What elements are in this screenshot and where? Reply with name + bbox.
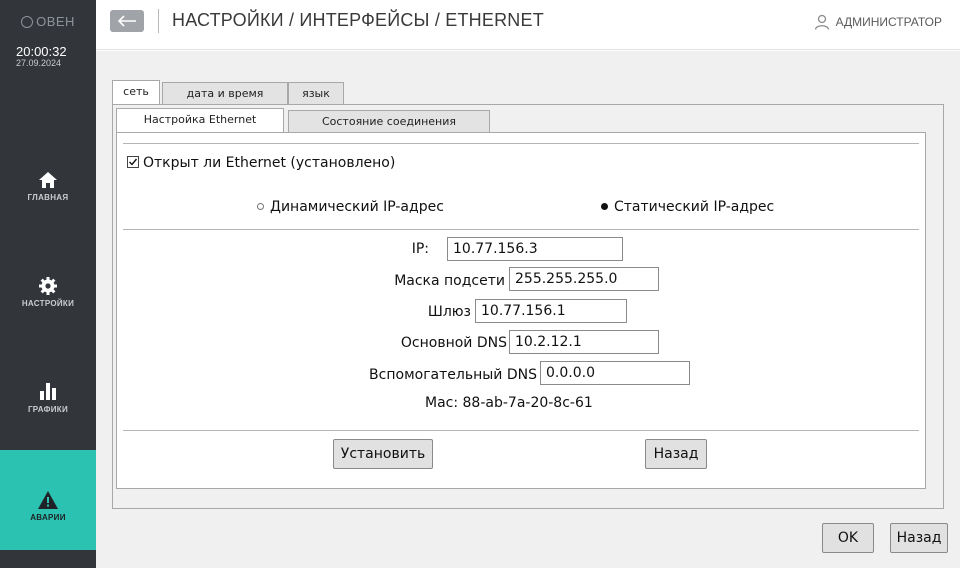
content-area: сеть дата и время язык Открыт ли Etherne… bbox=[96, 51, 960, 568]
sidebar: ОВЕН 20:00:32 27.09.2024 ГЛАВНАЯ НАСТРОЙ… bbox=[0, 0, 96, 568]
apply-button[interactable]: Установить bbox=[333, 439, 433, 469]
mask-label: Маска подсети bbox=[394, 273, 505, 289]
dns2-label: Вспомогательный DNS bbox=[369, 367, 537, 383]
nav-item-settings[interactable]: НАСТРОЙКИ bbox=[0, 276, 96, 308]
nav-label-home: ГЛАВНАЯ bbox=[27, 193, 69, 202]
user-name: АДМИНИСТРАТОР bbox=[835, 15, 942, 29]
checkbox-checked-icon bbox=[127, 156, 139, 168]
radio-static-ip[interactable]: Статический IP-адрес bbox=[601, 199, 774, 215]
user-icon bbox=[814, 14, 829, 30]
clock-time: 20:00:32 bbox=[16, 44, 67, 59]
radio-off-icon bbox=[257, 203, 264, 210]
brand-logo: ОВЕН bbox=[0, 14, 96, 29]
subtab-connection-status[interactable]: Состояние соединения bbox=[288, 110, 490, 132]
tab-language[interactable]: язык bbox=[288, 82, 344, 104]
nav-item-charts[interactable]: ГРАФИКИ bbox=[0, 380, 96, 414]
home-icon bbox=[39, 172, 57, 188]
dns2-input[interactable]: 0.0.0.0 bbox=[540, 361, 690, 385]
radio-dynamic-label: Динамический IP-адрес bbox=[270, 199, 444, 215]
ok-button[interactable]: OK bbox=[822, 523, 874, 553]
ethernet-enabled-label: Открыт ли Ethernet (установлено) bbox=[143, 155, 396, 171]
radio-on-icon bbox=[601, 203, 608, 210]
mask-input[interactable]: 255.255.255.0 bbox=[509, 267, 659, 291]
divider bbox=[123, 143, 919, 144]
user-menu[interactable]: АДМИНИСТРАТОР bbox=[814, 14, 942, 30]
ethernet-settings-panel: Открыт ли Ethernet (установлено) Динамич… bbox=[116, 132, 926, 489]
gateway-input[interactable]: 10.77.156.1 bbox=[475, 299, 627, 323]
nav-item-alarms[interactable]: АВАРИИ bbox=[0, 450, 96, 550]
dns1-label: Основной DNS bbox=[400, 335, 507, 351]
mac-address: Mac: 88-ab-7a-20-8c-61 bbox=[425, 395, 593, 411]
arrow-left-icon bbox=[117, 15, 136, 27]
header-divider bbox=[158, 9, 159, 33]
nav-label-settings: НАСТРОЙКИ bbox=[21, 299, 75, 308]
radio-static-label: Статический IP-адрес bbox=[614, 199, 775, 215]
nav-label-charts: ГРАФИКИ bbox=[27, 405, 69, 414]
gateway-label: Шлюз bbox=[427, 304, 471, 320]
radio-dynamic-ip[interactable]: Динамический IP-адрес bbox=[257, 199, 444, 215]
header-bar: НАСТРОЙКИ / ИНТЕРФЕЙСЫ / ETHERNET АДМИНИ… bbox=[96, 0, 960, 50]
back-button[interactable]: Назад bbox=[645, 439, 707, 469]
ip-input[interactable]: 10.77.156.3 bbox=[447, 237, 623, 261]
ethernet-enabled-checkbox[interactable]: Открыт ли Ethernet (установлено) bbox=[127, 155, 395, 171]
ip-label: IP: bbox=[411, 241, 429, 257]
tab-datetime[interactable]: дата и время bbox=[162, 82, 288, 104]
nav-label-alarms: АВАРИИ bbox=[30, 513, 66, 522]
footer-back-button[interactable]: Назад bbox=[890, 523, 948, 553]
chart-icon bbox=[40, 383, 56, 400]
page-title: НАСТРОЙКИ / ИНТЕРФЕЙСЫ / ETHERNET bbox=[172, 10, 544, 30]
power-icon bbox=[21, 16, 34, 28]
header-back-button[interactable] bbox=[110, 10, 144, 32]
clock-date: 27.09.2024 bbox=[16, 58, 62, 68]
gear-icon bbox=[39, 277, 57, 295]
divider bbox=[123, 430, 919, 431]
nav-item-home[interactable]: ГЛАВНАЯ bbox=[0, 170, 96, 202]
dns1-input[interactable]: 10.2.12.1 bbox=[509, 330, 659, 354]
tab-network[interactable]: сеть bbox=[112, 80, 160, 104]
divider bbox=[123, 229, 919, 230]
warning-icon bbox=[38, 491, 58, 509]
subtab-ethernet-settings[interactable]: Настройка Ethernet bbox=[116, 108, 284, 132]
